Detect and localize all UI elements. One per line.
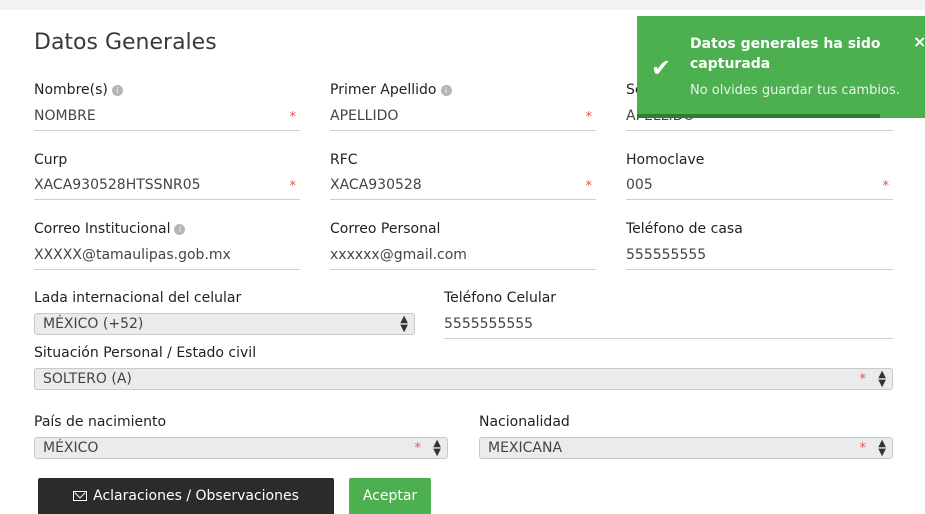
- telefono-casa-field[interactable]: 555555555: [626, 245, 893, 270]
- close-icon[interactable]: ×: [913, 32, 925, 51]
- envelope-icon: [73, 491, 88, 501]
- pais-nacimiento-value: MÉXICO: [43, 440, 99, 456]
- nacionalidad-label: Nacionalidad: [479, 414, 570, 430]
- success-toast[interactable]: ✔ Datos generales ha sido capturada No o…: [637, 16, 925, 118]
- required-mark: *: [414, 441, 422, 456]
- nacionalidad-value: MEXICANA: [488, 440, 563, 456]
- primer-apellido-value: APELLIDO: [330, 108, 399, 124]
- nombre-label: Nombre(s) i: [34, 82, 123, 98]
- homoclave-value: 005: [626, 177, 653, 193]
- top-bar: [0, 0, 925, 10]
- correo-institucional-label-text: Correo Institucional: [34, 221, 171, 237]
- page-title: Datos Generales: [34, 30, 217, 55]
- toast-title: Datos generales ha sido capturada: [690, 36, 881, 72]
- rfc-value: XACA930528: [330, 177, 422, 193]
- primer-apellido-field[interactable]: APELLIDO *: [330, 106, 596, 131]
- nombre-value: NOMBRE: [34, 108, 96, 124]
- correo-personal-value: xxxxxx@gmail.com: [330, 247, 467, 263]
- required-mark: *: [585, 110, 593, 125]
- nacionalidad-select[interactable]: MEXICANA * ▲ ▼: [479, 437, 893, 459]
- correo-institucional-label: Correo Institucional i: [34, 221, 186, 237]
- telefono-casa-value: 555555555: [626, 247, 707, 263]
- required-mark: *: [859, 372, 867, 387]
- required-mark: *: [289, 179, 297, 194]
- aceptar-button-label: Aceptar: [362, 488, 418, 504]
- updown-arrows-icon: ▲ ▼: [433, 438, 441, 458]
- aceptar-button[interactable]: Aceptar: [349, 478, 431, 514]
- telefono-celular-label: Teléfono Celular: [444, 290, 557, 306]
- nombre-field[interactable]: NOMBRE *: [34, 106, 300, 131]
- info-icon: i: [174, 224, 186, 235]
- check-icon: ✔: [651, 54, 672, 82]
- info-icon: i: [111, 85, 123, 96]
- updown-arrows-icon: ▲ ▼: [878, 438, 886, 458]
- correo-institucional-value: XXXXX@tamaulipas.gob.mx: [34, 247, 231, 263]
- updown-arrows-icon: ▲ ▼: [878, 369, 886, 389]
- required-mark: *: [859, 441, 867, 456]
- pais-nacimiento-label: País de nacimiento: [34, 414, 167, 430]
- estado-civil-value: SOLTERO (A): [43, 371, 132, 387]
- required-mark: *: [585, 179, 593, 194]
- primer-apellido-label-text: Primer Apellido: [330, 82, 437, 98]
- aclaraciones-button[interactable]: Aclaraciones / Observaciones: [38, 478, 334, 514]
- primer-apellido-label: Primer Apellido i: [330, 82, 452, 98]
- homoclave-label: Homoclave: [626, 152, 705, 168]
- curp-label: Curp: [34, 152, 68, 168]
- estado-civil-select[interactable]: SOLTERO (A) * ▲ ▼: [34, 368, 893, 390]
- required-mark: *: [882, 179, 890, 194]
- lada-select[interactable]: MÉXICO (+52) ▲ ▼: [34, 313, 415, 335]
- rfc-field[interactable]: XACA930528 *: [330, 175, 596, 200]
- nombre-label-text: Nombre(s): [34, 82, 108, 98]
- pais-nacimiento-select[interactable]: MÉXICO * ▲ ▼: [34, 437, 448, 459]
- info-icon: i: [440, 85, 452, 96]
- curp-field[interactable]: XACA930528HTSSNR05 *: [34, 175, 300, 200]
- aclaraciones-button-label: Aclaraciones / Observaciones: [93, 488, 299, 504]
- rfc-label: RFC: [330, 152, 358, 168]
- telefono-casa-label: Teléfono de casa: [626, 221, 743, 237]
- telefono-celular-field[interactable]: 5555555555: [444, 314, 893, 339]
- required-mark: *: [289, 110, 297, 125]
- correo-personal-label: Correo Personal: [330, 221, 441, 237]
- lada-value: MÉXICO (+52): [43, 316, 144, 332]
- correo-institucional-field[interactable]: XXXXX@tamaulipas.gob.mx: [34, 245, 300, 270]
- correo-personal-field[interactable]: xxxxxx@gmail.com: [330, 245, 596, 270]
- curp-value: XACA930528HTSSNR05: [34, 177, 201, 193]
- toast-message: No olvides guardar tus cambios.: [690, 83, 900, 98]
- estado-civil-label: Situación Personal / Estado civil: [34, 345, 257, 361]
- toast-progress-bar: [637, 114, 880, 118]
- telefono-celular-value: 5555555555: [444, 316, 534, 332]
- lada-label: Lada internacional del celular: [34, 290, 242, 306]
- updown-arrows-icon: ▲ ▼: [400, 314, 408, 334]
- homoclave-field[interactable]: 005 *: [626, 175, 893, 200]
